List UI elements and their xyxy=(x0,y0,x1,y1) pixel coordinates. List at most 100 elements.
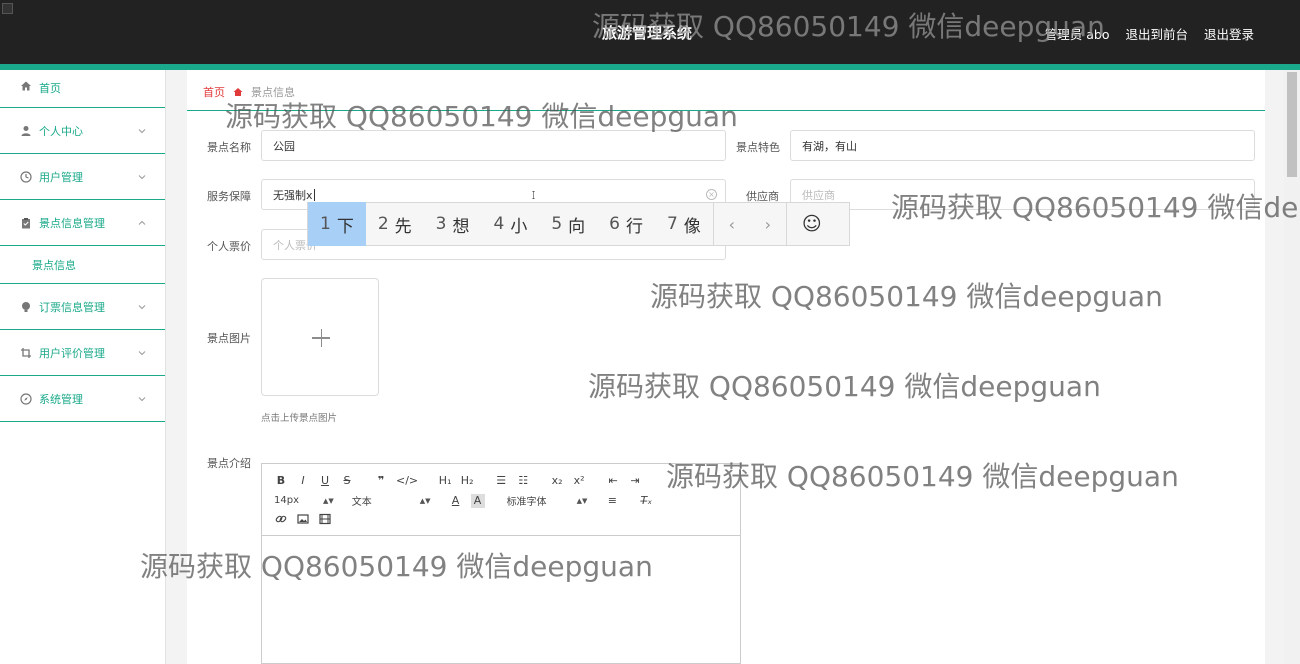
ime-candidate-char: 想 xyxy=(452,216,470,237)
ibeam-cursor-icon xyxy=(532,191,535,199)
bold-icon[interactable]: B xyxy=(274,473,288,487)
ime-candidate-number: 5 xyxy=(551,214,563,234)
scenic-intro-label: 景点介绍 xyxy=(207,457,251,470)
breadcrumb-divider xyxy=(187,110,1265,111)
compass-icon xyxy=(20,392,32,405)
sidebar-item-label: 系统管理 xyxy=(39,392,83,406)
service-guarantee-label: 服务保障 xyxy=(207,190,251,203)
editor-toolbar: B I U S ❞ </> H₁ H₂ ☰ ☷ x₂ x² ⇤ ⇥ 14px ▲▼… xyxy=(262,464,740,536)
back-to-front-link[interactable]: 退出到前台 xyxy=(1125,24,1188,43)
upload-hint: 点击上传景点图片 xyxy=(261,413,338,424)
underline-icon[interactable]: U xyxy=(318,473,332,487)
sidebar-item-label: 用户管理 xyxy=(39,170,83,184)
home-icon xyxy=(20,80,32,92)
ime-candidate[interactable]: 7像 xyxy=(655,202,713,246)
background-color-icon[interactable]: A xyxy=(470,493,485,508)
font-family-select[interactable]: 标准字体 ▲▼ xyxy=(506,493,588,509)
code-icon[interactable]: </> xyxy=(396,473,418,487)
chevron-down-icon xyxy=(138,304,146,309)
chevron-down-icon xyxy=(138,350,146,355)
top-actions: 管理员 abo 退出到前台 退出登录 xyxy=(1045,24,1254,43)
scenic-name-input[interactable]: 公园 xyxy=(261,130,726,161)
ime-prev-page-icon[interactable]: ‹ xyxy=(714,202,750,246)
ime-candidate-char: 小 xyxy=(510,216,528,237)
sidebar-item-label: 首页 xyxy=(39,82,61,95)
chevron-down-icon xyxy=(138,396,146,401)
ime-candidate[interactable]: 2先 xyxy=(366,202,424,246)
ime-candidate-char: 像 xyxy=(683,216,701,237)
ime-candidate[interactable]: 6行 xyxy=(597,202,655,246)
chevron-up-icon xyxy=(138,220,146,225)
block-type-value: 文本 xyxy=(351,497,372,508)
toolbar-row-1: B I U S ❞ </> H₁ H₂ ☰ ☷ x₂ x² ⇤ ⇥ xyxy=(274,473,650,487)
supplier-placeholder: 供应商 xyxy=(802,188,835,202)
ime-candidate-window: 1下 2先 3想 4小 5向 6行 7像 ‹ › ☺ xyxy=(307,202,850,246)
sidebar-item-system-mgmt[interactable]: 系统管理 xyxy=(0,376,165,422)
ime-candidate[interactable]: 1下 xyxy=(308,202,366,246)
breadcrumb-home-icon xyxy=(233,87,243,97)
image-icon[interactable] xyxy=(296,512,310,526)
outdent-icon[interactable]: ⇤ xyxy=(606,473,620,487)
service-guarantee-value: 无强制x xyxy=(273,188,313,202)
ime-candidate[interactable]: 3想 xyxy=(424,202,482,246)
clear-format-icon[interactable]: T̶ₓ xyxy=(639,494,653,508)
scrollbar-thumb[interactable] xyxy=(1287,72,1297,177)
ime-candidate-char: 行 xyxy=(625,216,643,237)
sidebar-item-review-mgmt[interactable]: 用户评价管理 xyxy=(0,330,165,376)
superscript-icon[interactable]: x² xyxy=(572,473,586,487)
logout-link[interactable]: 退出登录 xyxy=(1204,24,1254,43)
link-icon[interactable] xyxy=(274,512,288,526)
ime-candidate-char: 先 xyxy=(394,216,412,237)
align-icon[interactable]: ≡ xyxy=(605,494,619,508)
font-family-value: 标准字体 xyxy=(506,497,547,508)
sidebar-item-ticket-mgmt[interactable]: 订票信息管理 xyxy=(0,284,165,330)
plus-icon-vertical xyxy=(320,329,322,347)
font-size-select[interactable]: 14px ▲▼ xyxy=(274,495,334,506)
italic-icon[interactable]: I xyxy=(296,473,310,487)
ime-candidate[interactable]: 5向 xyxy=(539,202,597,246)
sidebar-item-scenic-info-mgmt[interactable]: 景点信息管理 xyxy=(0,200,165,246)
sidebar-subitem-scenic-info[interactable]: 景点信息 xyxy=(0,246,165,284)
ime-next-page-icon[interactable]: › xyxy=(750,202,786,246)
select-arrows-icon: ▲▼ xyxy=(419,496,431,505)
heading1-icon[interactable]: H₁ xyxy=(438,473,452,487)
bullet-list-icon[interactable]: ☷ xyxy=(516,473,530,487)
quote-icon[interactable]: ❞ xyxy=(374,473,388,487)
scenic-feature-input[interactable]: 有湖，有山 xyxy=(790,130,1255,161)
image-upload-button[interactable] xyxy=(261,278,379,396)
heading2-icon[interactable]: H₂ xyxy=(460,473,474,487)
select-arrows-icon: ▲▼ xyxy=(323,496,334,505)
editor-content-area[interactable] xyxy=(262,536,740,664)
breadcrumb-home-link[interactable]: 首页 xyxy=(203,84,225,100)
sidebar-item-users[interactable]: 用户管理 xyxy=(0,154,165,200)
ime-candidate-number: 1 xyxy=(320,214,331,234)
sidebar-item-home[interactable]: 首页 xyxy=(0,70,165,108)
ime-candidate-char: 下 xyxy=(336,216,354,237)
supplier-input[interactable]: 供应商 xyxy=(790,179,1255,210)
ime-candidate-number: 6 xyxy=(609,214,620,234)
sidebar-item-label: 订票信息管理 xyxy=(39,300,105,314)
ime-candidate[interactable]: 4小 xyxy=(481,202,539,246)
clock-icon xyxy=(20,170,32,183)
user-icon xyxy=(20,125,32,137)
window-menu-icon[interactable] xyxy=(2,3,13,14)
select-arrows-icon: ▲▼ xyxy=(576,496,588,505)
font-color-icon[interactable]: A xyxy=(449,494,463,508)
strikethrough-icon[interactable]: S xyxy=(340,473,354,487)
admin-user-label[interactable]: 管理员 abo xyxy=(1045,24,1110,43)
ime-emoji-icon[interactable]: ☺ xyxy=(787,202,837,246)
chevron-down-icon xyxy=(138,174,146,179)
ordered-list-icon[interactable]: ☰ xyxy=(494,473,508,487)
bulb-icon xyxy=(20,301,32,313)
block-type-select[interactable]: 文本 ▲▼ xyxy=(351,493,431,509)
scenic-name-value: 公园 xyxy=(273,139,295,153)
clear-icon[interactable]: × xyxy=(706,189,717,200)
indent-icon[interactable]: ⇥ xyxy=(628,473,642,487)
toolbar-row-2: 14px ▲▼ 文本 ▲▼ A A 标准字体 ▲▼ ≡ T̶ₓ xyxy=(274,493,661,508)
page-scrollbar[interactable] xyxy=(1284,70,1300,664)
toolbar-row-3 xyxy=(274,512,340,526)
video-icon[interactable] xyxy=(318,512,332,526)
subscript-icon[interactable]: x₂ xyxy=(550,473,564,487)
ime-candidate-number: 3 xyxy=(435,214,447,234)
sidebar-item-profile[interactable]: 个人中心 xyxy=(0,108,165,154)
